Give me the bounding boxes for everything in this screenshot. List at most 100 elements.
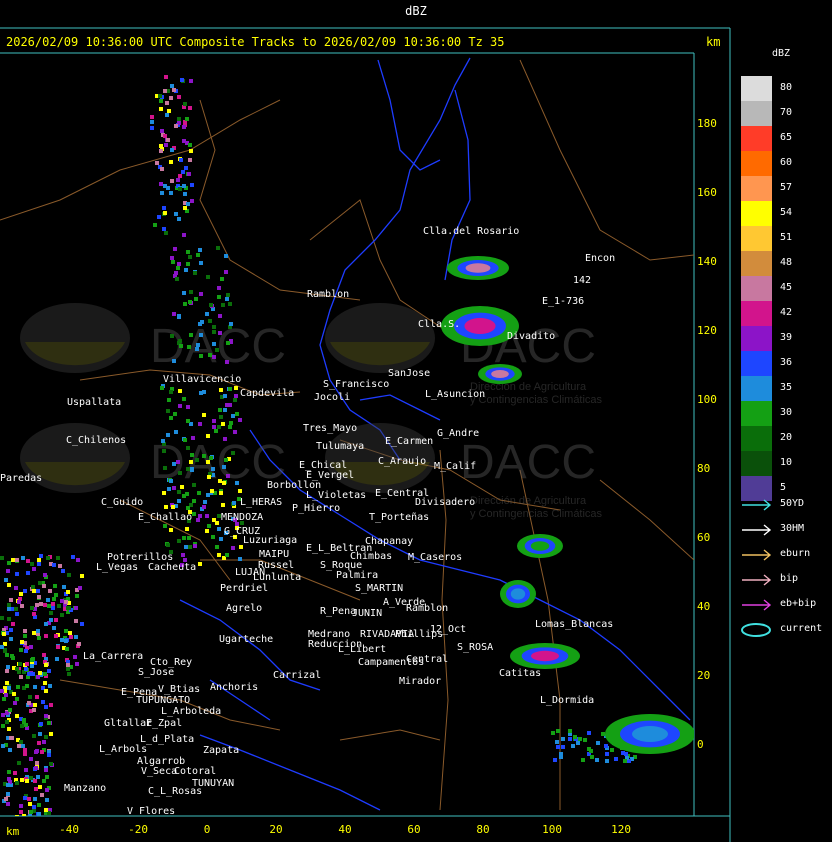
svg-text:Dirección de Agricultura: Dirección de Agricultura [470,495,587,507]
echo-pixel [157,215,161,219]
echo-pixel [15,572,19,576]
legend-level-label: 30 [780,407,793,418]
echo-pixel [188,143,192,147]
place-label: MENDOZA [221,512,263,523]
echo-pixel [235,412,239,416]
echo-pixel [7,686,11,690]
echo-pixel [174,212,178,216]
echo-pixel [40,750,44,754]
y-tick-label: 100 [697,393,717,406]
place-label: JUNIN [352,608,382,619]
place-label: P_Hierro [292,503,340,514]
echo-pixel [34,787,38,791]
echo-pixel [37,562,41,566]
echo-pixel [4,797,8,801]
echo-pixel [182,184,186,188]
storm-cell[interactable] [510,643,580,669]
echo-pixel [186,262,190,266]
echo-pixel [42,740,46,744]
place-label: Tres_Mayo [303,423,357,434]
place-label: Central [406,654,448,665]
echo-pixel [21,556,25,560]
echo-pixel [76,558,80,562]
echo-pixel [47,604,51,608]
echo-pixel [208,353,212,357]
storm-cell[interactable] [500,580,536,608]
echo-pixel [228,302,232,306]
echo-pixel [160,129,164,133]
echo-pixel [6,665,10,669]
echo-pixel [225,360,229,364]
place-label: Perdriel [220,583,268,594]
place-label: T_Porteñas [369,512,429,523]
echo-pixel [0,616,4,620]
echo-pixel [15,697,19,701]
echo-pixel [37,741,41,745]
echo-pixel [7,561,11,565]
place-label: L_Violetas [306,490,366,501]
echo-pixel [9,598,13,602]
echo-pixel [164,505,168,509]
echo-pixel [610,748,614,752]
echo-pixel [37,803,41,807]
echo-pixel [182,139,186,143]
river-lines [179,57,691,811]
echo-pixel [189,79,193,83]
echo-pixel [205,514,209,518]
place-label: L_Asuncion [425,389,485,400]
x-tick-label: -40 [59,823,79,836]
storm-cell[interactable] [605,714,694,754]
echo-pixel [10,654,14,658]
echo-pixel [181,170,185,174]
echo-pixel [624,752,628,756]
echo-pixel [178,471,182,475]
echo-pixel [169,390,173,394]
echo-pixel [44,808,48,812]
echo-pixel [19,592,23,596]
echo-pixel [190,199,194,203]
legend-swatch [741,76,772,101]
echo-pixel [25,662,29,666]
echo-pixel [561,745,565,749]
echo-pixel [1,713,5,717]
echo-pixel [212,419,216,423]
echo-pixel [182,536,186,540]
echo-pixel [19,648,23,652]
echo-pixel [35,695,39,699]
place-label: E_1-736 [542,296,584,307]
echo-pixel [43,681,47,685]
radar-map[interactable]: DACC DACC DACC DACC Dirección de Agricul… [0,54,694,816]
echo-pixel [186,506,190,510]
echo-pixel [217,295,221,299]
echo-pixel [185,527,189,531]
echo-pixel [37,812,41,816]
place-label: Clla.del Rosario [423,226,519,237]
echo-pixel [44,714,48,718]
echo-pixel [68,631,72,635]
echo-pixel [162,227,166,231]
echo-pixel [226,293,230,297]
place-label: Lomas_Blancas [535,619,613,630]
echo-pixel [19,810,23,814]
echo-pixel [166,138,170,142]
storm-cell[interactable] [447,256,509,280]
echo-pixel [573,735,577,739]
echo-pixel [553,758,557,762]
echo-pixel [559,755,563,759]
echo-pixel [11,558,15,562]
echo-pixel [7,617,11,621]
echo-pixel [30,606,34,610]
km-unit-label: km [706,35,721,49]
legend-level-label: 65 [780,132,793,143]
storm-cell[interactable] [517,534,563,558]
place-label: S_ROSA [457,642,493,653]
echo-pixel [17,761,21,765]
echo-pixel [202,505,206,509]
storm-cell[interactable] [478,364,522,384]
place-label: Jocoli [314,392,350,403]
echo-pixel [228,425,232,429]
echo-pixel [183,302,187,306]
echo-pixel [34,750,38,754]
y-tick-label: 0 [697,738,704,751]
echo-pixel [44,768,48,772]
